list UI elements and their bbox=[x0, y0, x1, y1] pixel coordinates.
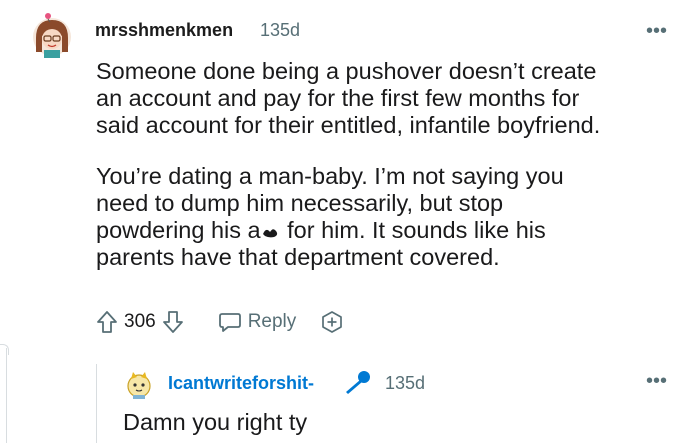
reply-text: Damn you right ty bbox=[123, 409, 308, 435]
comment-age: 135d bbox=[260, 20, 301, 40]
comment-username[interactable]: mrsshmenkmen bbox=[95, 20, 233, 41]
downvote-arrow-icon[interactable] bbox=[162, 310, 184, 334]
award-icon[interactable] bbox=[320, 310, 344, 334]
thread-connector bbox=[0, 344, 9, 355]
comment-line: parents have that department covered. bbox=[96, 244, 500, 270]
comment-text-segment: powdering his a bbox=[96, 217, 261, 243]
comment-line: powdering his a for him. It sounds like … bbox=[96, 217, 681, 244]
comment-line: said account for their entitled, infanti… bbox=[96, 112, 601, 138]
censor-scribble-icon bbox=[262, 229, 277, 238]
more-options-icon[interactable]: ••• bbox=[646, 20, 667, 43]
reply-button[interactable]: Reply bbox=[218, 310, 297, 334]
microphone-icon bbox=[346, 371, 370, 394]
comment-line: Someone done being a pushover doesn’t cr… bbox=[96, 58, 597, 84]
comment-action-bar: 306 Reply bbox=[96, 306, 344, 338]
reply-username[interactable]: Icantwriteforshit- bbox=[168, 373, 314, 394]
vote-score: 306 bbox=[124, 311, 156, 332]
reply-user-avatar[interactable] bbox=[124, 369, 154, 399]
comment-paragraph-2: You’re dating a man-baby. I’m not saying… bbox=[96, 163, 681, 271]
comment-line: You’re dating a man-baby. I’m not saying… bbox=[96, 163, 564, 189]
reply-age: 135d bbox=[385, 373, 426, 393]
comment-paragraph-1: Someone done being a pushover doesn’t cr… bbox=[96, 58, 681, 139]
comment-line: need to dump him necessarily, but stop bbox=[96, 190, 504, 216]
thread-line[interactable] bbox=[6, 348, 7, 443]
upvote-arrow-icon[interactable] bbox=[96, 310, 118, 334]
comment-text-segment: for him. It sounds like his bbox=[280, 217, 546, 243]
user-avatar[interactable] bbox=[30, 12, 74, 58]
reply-more-options-icon[interactable]: ••• bbox=[646, 370, 667, 393]
reply-thread-line[interactable] bbox=[96, 364, 97, 443]
speech-bubble-icon bbox=[218, 313, 241, 332]
comment-line: an account and pay for the first few mon… bbox=[96, 85, 580, 111]
reply-label: Reply bbox=[247, 311, 297, 332]
